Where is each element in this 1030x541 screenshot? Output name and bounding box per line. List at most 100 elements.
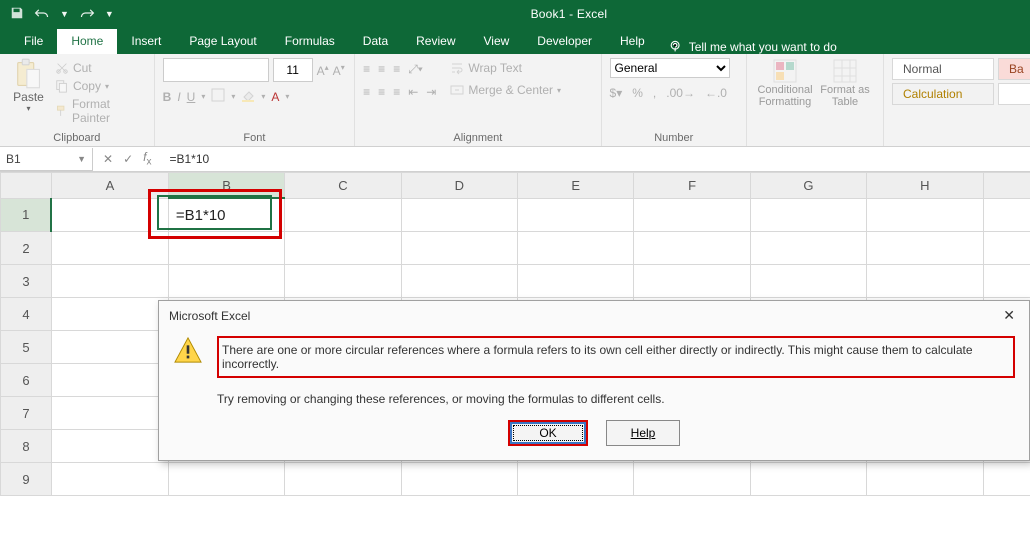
- chevron-down-icon: ▾: [26, 104, 30, 113]
- tab-review[interactable]: Review: [402, 29, 469, 54]
- dialog-title: Microsoft Excel: [169, 309, 250, 323]
- number-format-select[interactable]: General: [610, 58, 730, 78]
- font-size-input[interactable]: [273, 58, 313, 82]
- format-painter-button[interactable]: Format Painter: [55, 96, 146, 126]
- row-header-4[interactable]: 4: [1, 298, 52, 331]
- title-bar: ▼ ▼ Book1 - Excel: [0, 0, 1030, 28]
- tab-view[interactable]: View: [470, 29, 524, 54]
- annotation-ok: OK: [508, 420, 588, 446]
- align-bottom-icon[interactable]: ≡: [393, 62, 400, 77]
- comma-format-icon[interactable]: ,: [653, 86, 656, 100]
- formula-bar: B1 ▼ ✕ ✓ fx =B1*10: [0, 147, 1030, 172]
- tab-help[interactable]: Help: [606, 29, 659, 54]
- formula-input[interactable]: =B1*10: [161, 152, 1030, 166]
- col-header-I[interactable]: I: [983, 173, 1030, 199]
- underline-button[interactable]: U: [187, 90, 196, 104]
- tab-page-layout[interactable]: Page Layout: [175, 29, 270, 54]
- select-all-corner[interactable]: [1, 173, 52, 199]
- cell-B1[interactable]: =B1*10: [168, 198, 284, 232]
- italic-button[interactable]: I: [177, 90, 180, 104]
- decrease-indent-icon[interactable]: ⇤: [408, 85, 418, 99]
- tell-me[interactable]: Tell me what you want to do: [659, 40, 837, 54]
- cell-A1[interactable]: [51, 198, 168, 232]
- col-header-D[interactable]: D: [401, 173, 517, 199]
- col-header-C[interactable]: C: [285, 173, 401, 199]
- tab-formulas[interactable]: Formulas: [271, 29, 349, 54]
- tab-home[interactable]: Home: [57, 29, 117, 54]
- error-dialog: Microsoft Excel ✕ There are one or more …: [158, 300, 1030, 461]
- tab-file[interactable]: File: [10, 29, 57, 54]
- align-right-icon[interactable]: ≡: [393, 85, 400, 99]
- align-left-icon[interactable]: ≡: [363, 85, 370, 99]
- orientation-icon[interactable]: ⤢▾: [408, 62, 423, 77]
- bold-button[interactable]: B: [163, 90, 172, 104]
- group-clipboard-title: Clipboard: [8, 130, 146, 144]
- row-header-3[interactable]: 3: [1, 265, 52, 298]
- ribbon: Paste ▾ Cut Copy ▾ Format Painter Clipbo…: [0, 54, 1030, 147]
- row-header-9[interactable]: 9: [1, 463, 52, 496]
- dialog-message-1: There are one or more circular reference…: [220, 339, 1012, 375]
- row-header-2[interactable]: 2: [1, 232, 52, 265]
- col-header-G[interactable]: G: [750, 173, 866, 199]
- ok-button[interactable]: OK: [511, 423, 585, 443]
- accounting-format-icon[interactable]: $▾: [610, 86, 623, 100]
- tab-data[interactable]: Data: [349, 29, 402, 54]
- font-color-button[interactable]: A: [271, 90, 279, 104]
- align-center-icon[interactable]: ≡: [378, 85, 385, 99]
- warning-icon: [173, 336, 203, 364]
- conditional-formatting-button[interactable]: Conditional Formatting: [755, 58, 815, 108]
- format-as-table-button[interactable]: Format as Table: [815, 58, 875, 108]
- decrease-decimal-icon[interactable]: ←.0: [705, 86, 727, 100]
- col-header-F[interactable]: F: [634, 173, 750, 199]
- enter-formula-icon[interactable]: ✓: [123, 152, 133, 166]
- percent-format-icon[interactable]: %: [632, 86, 643, 100]
- col-header-E[interactable]: E: [518, 173, 634, 199]
- font-name-input[interactable]: [163, 58, 269, 82]
- group-font-title: Font: [163, 130, 347, 144]
- tab-developer[interactable]: Developer: [523, 29, 606, 54]
- style-normal[interactable]: Normal: [892, 58, 994, 80]
- row-header-8[interactable]: 8: [1, 430, 52, 463]
- decrease-font-icon[interactable]: A▾: [333, 63, 345, 78]
- undo-icon[interactable]: [34, 6, 50, 23]
- wrap-text-button[interactable]: Wrap Text: [450, 60, 561, 76]
- cut-button[interactable]: Cut: [55, 60, 146, 76]
- cell-C1[interactable]: [285, 198, 401, 232]
- save-icon[interactable]: [10, 6, 24, 23]
- row-header-1[interactable]: 1: [1, 198, 52, 232]
- merge-center-button[interactable]: Merge & Center ▾: [450, 82, 561, 98]
- qat-dropdown-1[interactable]: ▼: [60, 9, 69, 19]
- quick-access-toolbar: ▼ ▼: [6, 6, 114, 23]
- redo-icon[interactable]: [79, 6, 95, 23]
- help-button[interactable]: Help: [606, 420, 680, 446]
- increase-font-icon[interactable]: A▴: [317, 63, 329, 78]
- align-middle-icon[interactable]: ≡: [378, 62, 385, 77]
- border-button[interactable]: [211, 88, 225, 105]
- align-top-icon[interactable]: ≡: [363, 62, 370, 77]
- copy-button[interactable]: Copy ▾: [55, 78, 146, 94]
- window-title: Book1 - Excel: [114, 7, 1024, 21]
- annotation-message: There are one or more circular reference…: [217, 336, 1015, 378]
- close-icon[interactable]: ✕: [999, 307, 1019, 324]
- increase-decimal-icon[interactable]: .00→: [666, 86, 695, 100]
- tab-insert[interactable]: Insert: [117, 29, 175, 54]
- chevron-down-icon[interactable]: ▼: [77, 154, 86, 164]
- style-calculation[interactable]: Calculation: [892, 83, 994, 105]
- col-header-A[interactable]: A: [51, 173, 168, 199]
- row-header-5[interactable]: 5: [1, 331, 52, 364]
- ribbon-tabs: File Home Insert Page Layout Formulas Da…: [0, 28, 1030, 54]
- qat-customize-icon[interactable]: ▼: [105, 9, 114, 19]
- group-alignment-title: Alignment: [363, 130, 592, 144]
- style-bad[interactable]: Ba: [998, 58, 1030, 80]
- row-header-7[interactable]: 7: [1, 397, 52, 430]
- paste-button[interactable]: Paste ▾: [8, 58, 49, 113]
- name-box[interactable]: B1 ▼: [0, 148, 93, 171]
- increase-indent-icon[interactable]: ⇥: [426, 85, 436, 99]
- cancel-formula-icon[interactable]: ✕: [103, 152, 113, 166]
- col-header-B[interactable]: B: [168, 173, 284, 199]
- row-header-6[interactable]: 6: [1, 364, 52, 397]
- style-more[interactable]: [998, 83, 1030, 105]
- col-header-H[interactable]: H: [867, 173, 983, 199]
- fx-icon[interactable]: fx: [143, 150, 151, 167]
- fill-color-button[interactable]: [241, 88, 255, 105]
